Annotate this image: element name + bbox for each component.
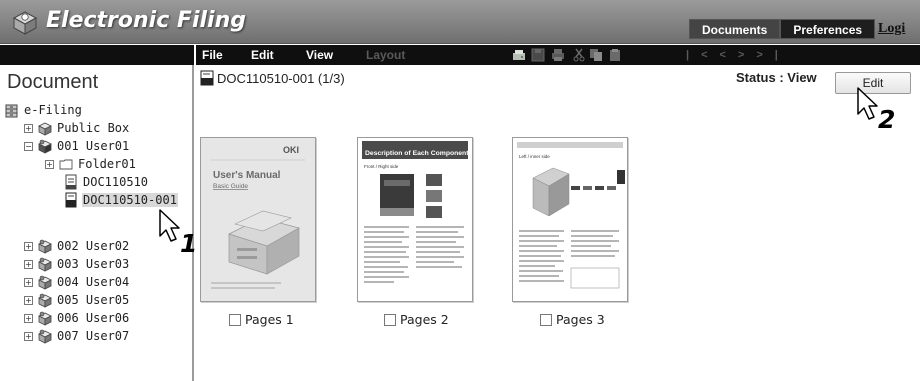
tree-label: Public Box	[57, 121, 130, 135]
document-header: DOC110510-001 (1/3)	[200, 70, 345, 86]
pane-title: Document	[7, 71, 99, 93]
status-text: Status : View	[736, 70, 817, 85]
cabinet-icon	[5, 104, 18, 118]
tree-label: 001 User01	[57, 139, 130, 153]
page-checkbox[interactable]	[540, 313, 552, 326]
app-title: Electronic Filing	[46, 8, 246, 33]
document-title: DOC110510-001 (1/3)	[217, 70, 345, 86]
expand-icon[interactable]: +	[24, 331, 33, 341]
tree-label: DOC110510	[83, 175, 149, 189]
page-label: Pages 3	[556, 312, 605, 327]
user-box-icon	[38, 275, 52, 290]
tree-item-public-box[interactable]: + Public Box	[24, 119, 130, 137]
tree-label: 006 User06	[57, 311, 130, 325]
page-nav-arrows: |<<>>|	[686, 49, 790, 61]
page-label: Pages 1	[245, 312, 294, 327]
user-box-icon	[38, 239, 52, 254]
menu-layout: Layout	[366, 48, 406, 62]
manual-cover-image: OKI User's Manual Basic Guide	[201, 138, 315, 301]
expand-icon[interactable]: +	[24, 313, 33, 323]
left-toolbar-strip	[0, 45, 194, 65]
page-caption-3: Pages 3	[540, 312, 605, 327]
tree-item-efiling[interactable]: e-Filing	[4, 101, 83, 119]
user-box-icon	[38, 329, 52, 344]
page-heading: Left / inner side	[519, 154, 550, 159]
tree-label: 003 User03	[57, 257, 130, 271]
cut-icon	[573, 48, 585, 62]
box-icon	[38, 122, 52, 136]
page-subheading: Front / Right side	[364, 164, 399, 169]
copy-icon	[590, 49, 602, 61]
tree-label: 002 User02	[57, 239, 130, 253]
expand-icon[interactable]: +	[24, 123, 33, 133]
folder-icon	[59, 159, 73, 170]
document-dark-icon	[200, 70, 214, 86]
tree-label: e-Filing	[24, 103, 82, 117]
callout-number-1: 1	[180, 229, 198, 258]
tree-item-user02[interactable]: + 002 User02	[24, 237, 130, 255]
expand-icon[interactable]: +	[24, 277, 33, 287]
app-logo-icon	[12, 11, 38, 35]
document-dark-icon	[65, 192, 77, 208]
page-checkbox[interactable]	[384, 313, 396, 326]
page-label: Pages 2	[400, 312, 449, 327]
login-link[interactable]: Logi	[878, 19, 905, 39]
page-thumbnail-2[interactable]: Description of Each Component Front / Ri…	[357, 137, 473, 302]
user-box-icon	[38, 293, 52, 308]
tree-item-user05[interactable]: + 005 User05	[24, 291, 130, 309]
tree-item-doc110510-001[interactable]: DOC110510-001	[63, 191, 178, 209]
print-icon	[552, 49, 564, 61]
tree-label: DOC110510-001	[82, 193, 178, 207]
tree-item-user06[interactable]: + 006 User06	[24, 309, 130, 327]
page-thumbnail-3[interactable]: Left / inner side	[512, 137, 628, 302]
menu-view[interactable]: View	[306, 45, 333, 65]
save-icon	[531, 48, 545, 62]
paste-icon	[610, 49, 620, 61]
tree-label: Folder01	[78, 157, 136, 171]
tree-item-user01[interactable]: − 001 User01	[24, 137, 130, 155]
tree-label: 005 User05	[57, 293, 130, 307]
brand-mark: OKI	[283, 145, 299, 155]
user-box-icon	[38, 311, 52, 326]
page-checkbox[interactable]	[229, 313, 241, 326]
page-thumbnail-1[interactable]: OKI User's Manual Basic Guide	[200, 137, 316, 302]
toolbar: File Edit View Layout |<<>>|	[196, 45, 920, 65]
tree-label: 004 User04	[57, 275, 130, 289]
tree-item-doc110510[interactable]: DOC110510	[63, 173, 149, 191]
left-side-page-image: Left / inner side	[513, 138, 627, 301]
component-page-image: Description of Each Component Front / Ri…	[358, 138, 472, 301]
expand-icon[interactable]: +	[24, 259, 33, 269]
user-box-icon	[38, 257, 52, 272]
app-header: Electronic Filing Documents Preferences …	[0, 0, 920, 44]
expand-icon[interactable]: +	[24, 295, 33, 305]
tree-item-user04[interactable]: + 004 User04	[24, 273, 130, 291]
scan-icon[interactable]	[512, 48, 526, 62]
top-tabs: Documents Preferences	[689, 19, 876, 39]
menu-edit[interactable]: Edit	[251, 45, 274, 65]
tree-item-user03[interactable]: + 003 User03	[24, 255, 130, 273]
tab-preferences[interactable]: Preferences	[780, 19, 876, 39]
document-icon	[65, 174, 77, 190]
expand-icon[interactable]: +	[45, 159, 54, 169]
cover-subtitle: Basic Guide	[213, 183, 248, 190]
expand-icon[interactable]: +	[24, 241, 33, 251]
menu-file[interactable]: File	[202, 45, 223, 65]
tree-item-user07[interactable]: + 007 User07	[24, 327, 130, 345]
tree-label: 007 User07	[57, 329, 130, 343]
callout-number-2: 2	[878, 105, 896, 134]
cover-title: User's Manual	[213, 170, 281, 181]
page-caption-1: Pages 1	[229, 312, 294, 327]
user-box-icon	[38, 139, 52, 154]
tree-item-folder01[interactable]: + Folder01	[45, 155, 137, 173]
page-caption-2: Pages 2	[384, 312, 449, 327]
tab-documents[interactable]: Documents	[689, 19, 781, 39]
collapse-icon[interactable]: −	[24, 141, 33, 151]
page-heading: Description of Each Component	[365, 150, 469, 157]
